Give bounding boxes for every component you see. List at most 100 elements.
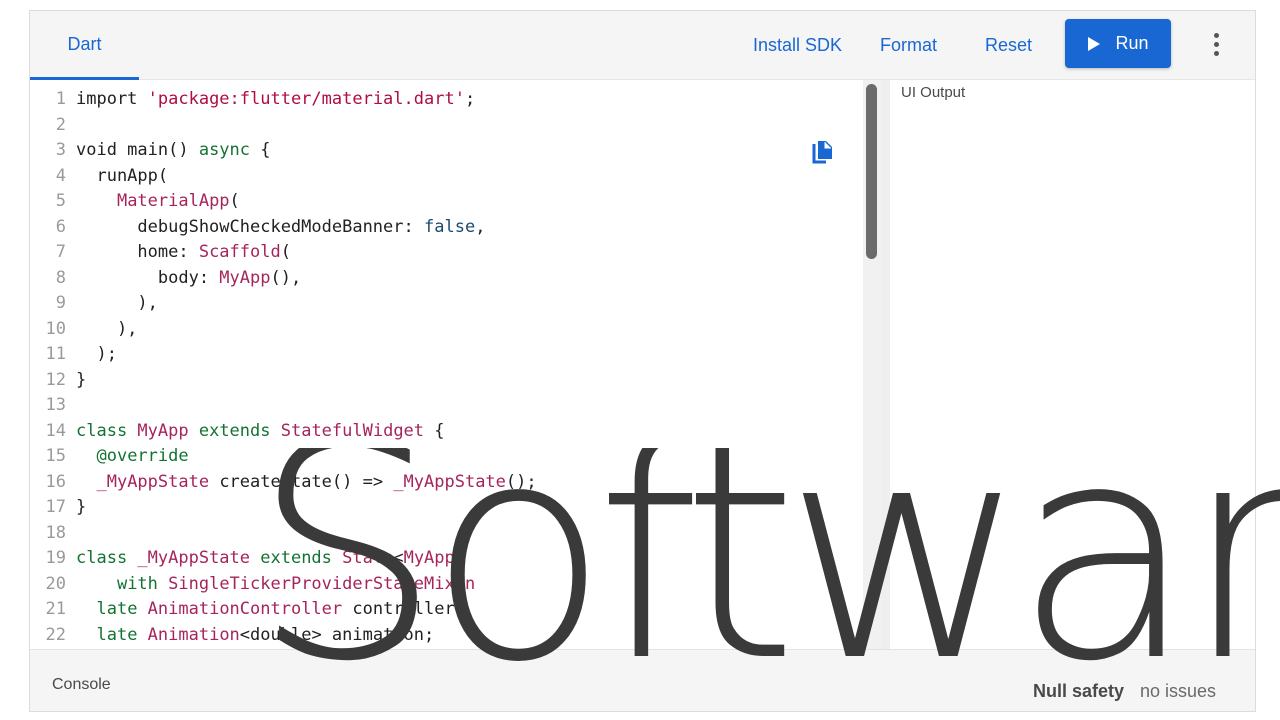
more-options-icon[interactable] bbox=[1202, 27, 1230, 61]
code-line: 14 class MyApp extends StatefulWidget { bbox=[30, 419, 445, 445]
code-line: 12} bbox=[30, 368, 87, 394]
code-token: } bbox=[76, 497, 87, 517]
code-token: late bbox=[96, 624, 148, 645]
line-number: 13 bbox=[45, 395, 66, 415]
code-token: ; bbox=[464, 89, 476, 109]
line-number: 9 bbox=[55, 293, 66, 313]
code-token: AnimationController bbox=[147, 599, 343, 619]
line-number: 7 bbox=[55, 242, 66, 262]
code-token: ), bbox=[76, 318, 138, 339]
code-token: , bbox=[475, 216, 486, 237]
code-line: 22 late Animation<double> animation; bbox=[30, 623, 435, 649]
code-token: _MyAppState bbox=[96, 471, 210, 492]
line-number: 4 bbox=[55, 165, 66, 186]
code-token: @override bbox=[96, 446, 189, 466]
code-token: with bbox=[116, 573, 169, 594]
code-token: <double> animation; bbox=[239, 624, 435, 645]
line-number: 21 bbox=[45, 599, 66, 619]
code-line: 5 MaterialApp( bbox=[30, 189, 240, 215]
code-token: class bbox=[76, 548, 138, 568]
line-number: 20 bbox=[45, 573, 66, 594]
reset-button[interactable]: Reset bbox=[985, 31, 1032, 59]
code-line: 20 with SingleTickerProviderStateMixin bbox=[30, 572, 476, 598]
code-token: 'package:flutter/material.dart' bbox=[147, 89, 465, 109]
tab-dart[interactable]: Dart bbox=[30, 11, 139, 80]
line-number: 18 bbox=[45, 522, 66, 543]
code-token: MyApp bbox=[219, 267, 271, 288]
code-token: > bbox=[454, 548, 466, 568]
code-line: 21 late AnimationController controller; bbox=[30, 597, 465, 623]
code-token: debugShowCheckedModeBanner: bbox=[76, 216, 424, 237]
code-token: { bbox=[424, 420, 445, 441]
code-token: extends bbox=[260, 548, 343, 568]
format-button[interactable]: Format bbox=[880, 31, 937, 59]
code-token: _MyAppState bbox=[137, 548, 261, 568]
console-bar: Console Null safety no issues bbox=[30, 649, 1255, 711]
line-number: 1 bbox=[55, 89, 66, 109]
code-token: { bbox=[250, 140, 271, 160]
code-token: body: bbox=[76, 267, 220, 288]
line-number: 17 bbox=[45, 497, 66, 517]
code-line: 7 home: Scaffold( bbox=[30, 240, 291, 266]
line-number: 8 bbox=[55, 267, 66, 288]
line-number: 5 bbox=[55, 191, 66, 211]
code-line: 19 class _MyAppState extends State<MyApp> bbox=[30, 546, 466, 572]
install-sdk-button[interactable]: Install SDK bbox=[753, 31, 842, 59]
null-safety-label: Null safety bbox=[1033, 681, 1125, 701]
code-token: StatefulWidget bbox=[280, 420, 425, 441]
code-line: 9 ), bbox=[30, 291, 158, 317]
code-line: 13 bbox=[30, 393, 76, 419]
panel-divider[interactable] bbox=[881, 80, 890, 649]
line-number: 11 bbox=[45, 344, 66, 364]
dartpad-window: Dart Install SDK Format Reset Run 1 impor… bbox=[29, 10, 1256, 712]
line-number: 15 bbox=[45, 446, 66, 466]
code-line: 11 ); bbox=[30, 342, 117, 368]
code-token: MyApp bbox=[403, 548, 455, 568]
code-line: 4 runApp( bbox=[30, 164, 168, 190]
copy-icon[interactable] bbox=[810, 140, 834, 166]
code-token: State bbox=[342, 548, 394, 568]
code-token: (), bbox=[270, 267, 302, 288]
line-number: 12 bbox=[45, 369, 66, 390]
code-token: MaterialApp bbox=[116, 191, 230, 211]
line-number: 14 bbox=[45, 420, 66, 441]
code-token: ( bbox=[280, 242, 291, 262]
code-token: controller; bbox=[342, 599, 465, 619]
line-number: 6 bbox=[55, 216, 66, 237]
editor-scrollbar[interactable] bbox=[866, 84, 877, 259]
code-token: runApp( bbox=[76, 165, 169, 186]
code-line: 15 @override bbox=[30, 444, 189, 470]
code-token: ( bbox=[229, 191, 240, 211]
line-number: 19 bbox=[45, 548, 66, 568]
code-token: Scaffold bbox=[198, 242, 281, 262]
code-token: SingleTickerProviderStateMixin bbox=[168, 573, 476, 594]
console-label[interactable]: Console bbox=[52, 676, 111, 694]
code-token: < bbox=[393, 548, 404, 568]
code-token: ), bbox=[76, 293, 158, 313]
code-line: 1 import 'package:flutter/material.dart'; bbox=[30, 87, 475, 113]
code-line: 3 void main() async { bbox=[30, 138, 271, 164]
code-token: class bbox=[76, 420, 138, 441]
code-token: home: bbox=[76, 242, 199, 262]
code-editor[interactable]: 1 import 'package:flutter/material.dart';… bbox=[30, 80, 881, 649]
issues-status: no issues bbox=[1140, 681, 1217, 701]
code-line: 10 ), bbox=[30, 317, 138, 343]
run-button-label: Run bbox=[1115, 33, 1149, 53]
code-token: (); bbox=[505, 471, 537, 492]
line-number: 10 bbox=[45, 318, 66, 339]
code-token: createState() => bbox=[209, 471, 394, 492]
code-line: 8 body: MyApp(), bbox=[30, 266, 301, 292]
line-number: 22 bbox=[45, 624, 66, 645]
code-line: 2 bbox=[30, 113, 76, 139]
code-token: void main() bbox=[76, 140, 199, 160]
code-token: MyApp bbox=[137, 420, 199, 441]
code-token: false bbox=[424, 216, 476, 237]
code-line: 6 debugShowCheckedModeBanner: false, bbox=[30, 215, 486, 241]
run-button[interactable]: Run bbox=[1065, 19, 1171, 68]
play-icon bbox=[1088, 36, 1101, 51]
